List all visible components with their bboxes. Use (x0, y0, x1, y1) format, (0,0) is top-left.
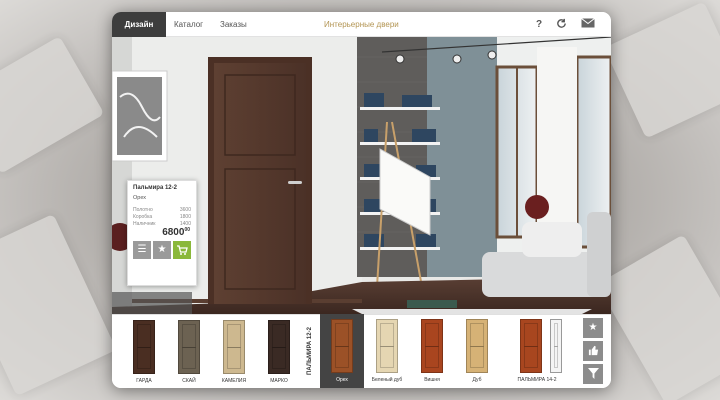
door-thumbnail (466, 319, 488, 373)
favorites-filter-button[interactable]: ★ (583, 318, 603, 338)
door-thumbnail (376, 319, 398, 373)
door-variant[interactable]: Вишня (410, 314, 454, 388)
door-thumbnail (178, 320, 200, 374)
door-thumbnail (520, 319, 542, 373)
price-value: 6800 (162, 227, 185, 238)
spec-label: Наличник (133, 221, 156, 227)
door-variant[interactable]: Беленый дуб (365, 314, 409, 388)
door-variant-selected[interactable]: Орех (320, 314, 364, 388)
door-label: Орех (336, 377, 348, 383)
door-thumbnail (268, 320, 290, 374)
top-bar: Дизайн Каталог Заказы Интерьерные двери … (112, 12, 611, 37)
door-label: КАМЕЛИЯ (221, 378, 247, 384)
product-price: 680000 (162, 227, 190, 238)
door-label: ПАЛЬМИРА 14-2 (517, 377, 557, 383)
door-thumbnail (331, 319, 353, 373)
tab-catalog[interactable]: Каталог (174, 12, 203, 37)
like-button[interactable] (583, 341, 603, 361)
door-item[interactable]: МАРКО (257, 315, 301, 388)
room-visualization: Пальмира 12-2 Орех Полотно 3600 Коробка … (112, 37, 611, 314)
door-thumbnail (133, 320, 155, 374)
background-card (596, 234, 720, 400)
details-button[interactable]: ☰ (133, 241, 151, 259)
mail-icon[interactable] (580, 18, 596, 32)
filter-button[interactable] (583, 364, 603, 384)
spec-label: Коробка (133, 214, 153, 220)
help-icon[interactable]: ? (532, 18, 546, 31)
background-card (0, 213, 117, 397)
tab-design[interactable]: Дизайн (112, 12, 166, 37)
product-info-card: Пальмира 12-2 Орех Полотно 3600 Коробка … (127, 180, 197, 286)
spec-label: Полотно (133, 207, 153, 213)
door-item[interactable]: СКАЙ (167, 315, 211, 388)
list-icon: ☰ (137, 244, 147, 255)
door-item[interactable]: КАМЕЛИЯ (212, 315, 256, 388)
door-thumbnail-small (550, 319, 562, 373)
cart-icon (177, 245, 188, 255)
star-icon: ★ (588, 322, 598, 333)
spec-value: 3600 (179, 207, 191, 213)
door-variant[interactable]: Дуб (455, 314, 499, 388)
door-thumbnail (223, 320, 245, 374)
refresh-icon[interactable] (554, 18, 568, 33)
add-to-cart-button[interactable] (173, 241, 191, 259)
door-label: Вишня (424, 377, 440, 383)
door-label: ГАРДА (136, 378, 152, 384)
price-cents: 00 (184, 227, 190, 233)
app-title: Интерьерные двери (324, 20, 399, 29)
door-thumbnail (421, 319, 443, 373)
door-label: СКАЙ (182, 378, 196, 384)
door-label: Беленый дуб (371, 377, 403, 383)
star-icon: ★ (157, 244, 167, 255)
door-variants-strip: Орех Беленый дуб Вишня Дуб ПАЛЬМИРА 14-2 (320, 314, 580, 388)
product-name: Пальмира 12-2 (133, 185, 177, 191)
door-label: Дуб (472, 377, 482, 383)
background-card (0, 36, 105, 174)
background-card (604, 1, 720, 139)
favorite-button[interactable]: ★ (153, 241, 171, 259)
spec-value: 1800 (179, 214, 191, 220)
door-item[interactable]: ГАРДА (122, 315, 166, 388)
door-item[interactable]: ПАЛЬМИРА 14-2 (510, 314, 564, 388)
model-group-text: ПАЛЬМИРА 12-2 (307, 327, 313, 375)
product-color: Орех (133, 195, 147, 201)
filter-icon (587, 368, 599, 379)
thumbs-up-icon (588, 345, 598, 356)
model-group-label: ПАЛЬМИРА 12-2 (301, 314, 319, 388)
tab-orders[interactable]: Заказы (220, 12, 247, 37)
app-window: Дизайн Каталог Заказы Интерьерные двери … (112, 12, 611, 388)
door-label: МАРКО (270, 378, 288, 384)
